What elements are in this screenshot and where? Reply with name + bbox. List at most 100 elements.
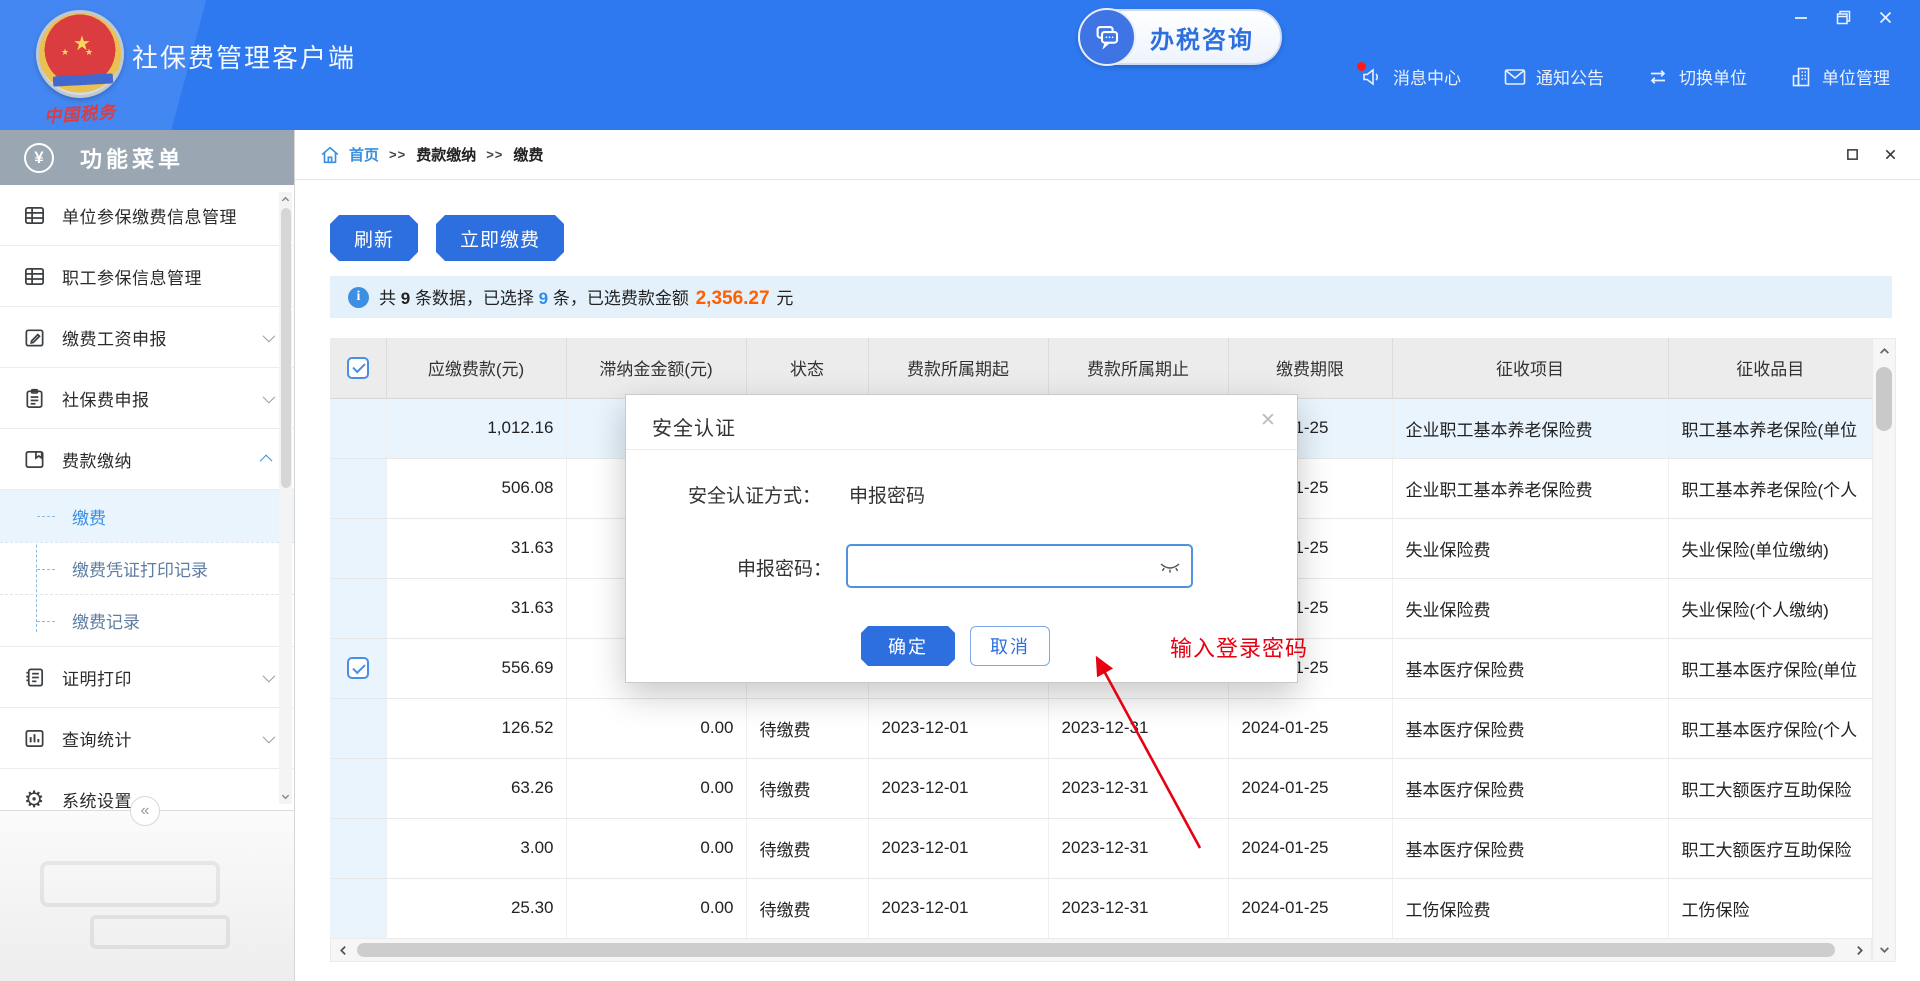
col-period-start[interactable]: 费款所属期起 bbox=[868, 338, 1048, 398]
col-item[interactable]: 征收品目 bbox=[1668, 338, 1872, 398]
cell-period-end: 2023-12-31 bbox=[1048, 818, 1228, 878]
sidebar-footer: « bbox=[0, 810, 294, 981]
table-row[interactable]: 126.52 0.00 待缴费 2023-12-01 2023-12-31 20… bbox=[330, 698, 1872, 758]
restore-icon[interactable] bbox=[1834, 8, 1852, 26]
cell-status: 待缴费 bbox=[746, 878, 868, 938]
table-row[interactable]: 25.30 0.00 待缴费 2023-12-01 2023-12-31 202… bbox=[330, 878, 1872, 938]
scrollbar-thumb[interactable] bbox=[1876, 367, 1892, 431]
password-field-box bbox=[846, 544, 1193, 588]
scrollbar-thumb[interactable] bbox=[281, 208, 291, 488]
cell-amount-due: 506.08 bbox=[386, 458, 566, 518]
yen-coin-icon: ¥ bbox=[24, 143, 54, 173]
cell-period-end: 2023-12-31 bbox=[1048, 878, 1228, 938]
sidebar-menu: 单位参保缴费信息管理 职工参保信息管理 缴费工资申报 bbox=[0, 185, 294, 865]
col-amount-due[interactable]: 应缴费款(元) bbox=[386, 338, 566, 398]
cell-item: 职工基本医疗保险(个人 bbox=[1668, 698, 1872, 758]
sidebar-item-query-statistics[interactable]: 查询统计 bbox=[0, 708, 294, 769]
nav-switch-unit[interactable]: 切换单位 bbox=[1646, 64, 1747, 89]
sidebar-item-unit-insured-info[interactable]: 单位参保缴费信息管理 bbox=[0, 185, 294, 246]
cell-item: 职工基本养老保险(个人 bbox=[1668, 458, 1872, 518]
info-icon: i bbox=[348, 287, 369, 308]
close-icon[interactable] bbox=[1882, 146, 1898, 162]
collapse-left-icon[interactable]: « bbox=[130, 796, 160, 826]
table-row[interactable]: 63.26 0.00 待缴费 2023-12-01 2023-12-31 202… bbox=[330, 758, 1872, 818]
breadcrumb: 首页 >> 费款缴纳 >> 缴费 bbox=[295, 130, 1920, 180]
cell-amount-due: 3.00 bbox=[386, 818, 566, 878]
select-all-cell bbox=[330, 338, 386, 398]
scroll-left-icon[interactable] bbox=[332, 939, 354, 961]
minimize-icon[interactable] bbox=[1792, 8, 1810, 26]
sidebar-item-wage-declaration[interactable]: 缴费工资申报 bbox=[0, 307, 294, 368]
home-icon bbox=[319, 144, 341, 166]
table-row[interactable]: 3.00 0.00 待缴费 2023-12-01 2023-12-31 2024… bbox=[330, 818, 1872, 878]
cell-deadline: 2024-01-25 bbox=[1228, 878, 1392, 938]
scrollbar-thumb[interactable] bbox=[357, 943, 1835, 957]
col-late-fee[interactable]: 滞纳金金额(元) bbox=[566, 338, 746, 398]
cell-project: 基本医疗保险费 bbox=[1392, 698, 1668, 758]
app-title: 社保费管理客户端 bbox=[132, 38, 356, 75]
cell-status: 待缴费 bbox=[746, 698, 868, 758]
cell-late-fee: 0.00 bbox=[566, 878, 746, 938]
col-period-end[interactable]: 费款所属期止 bbox=[1048, 338, 1228, 398]
sidebar-item-social-fee-declaration[interactable]: 社保费申报 bbox=[0, 368, 294, 429]
sidebar: ¥ 功能菜单 单位参保缴费信息管理 职工参保信息管理 bbox=[0, 130, 295, 981]
auth-method-value: 申报密码 bbox=[849, 486, 925, 507]
sidebar-subitem-payment-records[interactable]: 缴费记录 bbox=[0, 594, 294, 646]
emblem-icon: ★ ★ ★ bbox=[36, 10, 124, 98]
eye-closed-icon[interactable] bbox=[1159, 557, 1181, 579]
chevron-down-icon bbox=[263, 329, 276, 342]
scroll-down-icon[interactable] bbox=[280, 791, 291, 802]
cancel-button[interactable]: 取消 bbox=[970, 626, 1050, 666]
book-icon bbox=[22, 447, 46, 471]
cell-late-fee: 0.00 bbox=[566, 818, 746, 878]
close-icon[interactable] bbox=[1876, 8, 1894, 26]
window-controls bbox=[1792, 8, 1894, 26]
summary-bar: i 共 9 条数据，已选择 9 条，已选费款金额 2,356.27 元 bbox=[330, 276, 1892, 318]
cell-deadline: 2024-01-25 bbox=[1228, 758, 1392, 818]
cell-status: 待缴费 bbox=[746, 818, 868, 878]
cell-status: 待缴费 bbox=[746, 758, 868, 818]
select-all-checkbox[interactable] bbox=[347, 357, 369, 379]
nav-unit-management[interactable]: 单位管理 bbox=[1789, 64, 1890, 89]
certificate-icon bbox=[22, 665, 46, 689]
sidebar-scrollbar[interactable] bbox=[279, 192, 292, 804]
cell-project: 工伤保险费 bbox=[1392, 878, 1668, 938]
pay-now-button[interactable]: 立即缴费 bbox=[436, 215, 564, 261]
envelope-icon bbox=[1503, 65, 1527, 89]
nav-notices[interactable]: 通知公告 bbox=[1503, 64, 1604, 89]
breadcrumb-item: 缴费 bbox=[513, 144, 543, 165]
col-status[interactable]: 状态 bbox=[746, 338, 868, 398]
tax-consult-button[interactable]: 办税咨询 bbox=[1078, 9, 1282, 65]
scroll-up-icon[interactable] bbox=[280, 194, 291, 205]
password-input[interactable] bbox=[856, 548, 1146, 584]
total-count: 9 bbox=[401, 289, 410, 308]
cell-period-end: 2023-12-31 bbox=[1048, 758, 1228, 818]
scroll-right-icon[interactable] bbox=[1848, 939, 1870, 961]
cell-project: 企业职工基本养老保险费 bbox=[1392, 398, 1668, 458]
scroll-up-icon[interactable] bbox=[1873, 340, 1895, 362]
sidebar-header-label: 功能菜单 bbox=[80, 142, 184, 174]
confirm-button[interactable]: 确定 bbox=[861, 626, 955, 666]
scroll-down-icon[interactable] bbox=[1873, 938, 1895, 960]
refresh-button[interactable]: 刷新 bbox=[330, 215, 418, 261]
table-horizontal-scrollbar[interactable] bbox=[330, 938, 1872, 962]
cell-amount-due: 126.52 bbox=[386, 698, 566, 758]
sidebar-item-fee-payment[interactable]: 费款缴纳 bbox=[0, 429, 294, 490]
col-deadline[interactable]: 缴费期限 bbox=[1228, 338, 1392, 398]
cell-project: 基本医疗保险费 bbox=[1392, 638, 1668, 698]
sidebar-item-employee-insured-info[interactable]: 职工参保信息管理 bbox=[0, 246, 294, 307]
col-project[interactable]: 征收项目 bbox=[1392, 338, 1668, 398]
table-header-row: 应缴费款(元) 滞纳金金额(元) 状态 费款所属期起 费款所属期止 缴费期限 征… bbox=[330, 338, 1872, 398]
sidebar-item-certificate-print[interactable]: 证明打印 bbox=[0, 647, 294, 708]
national-emblem-logo: ★ ★ ★ 中国税务 bbox=[30, 8, 130, 126]
cell-period-end: 2023-12-31 bbox=[1048, 698, 1228, 758]
maximize-icon[interactable] bbox=[1844, 146, 1860, 162]
top-nav: 消息中心 通知公告 切换单位 bbox=[1360, 64, 1890, 89]
row-checkbox[interactable] bbox=[347, 657, 369, 679]
nav-message-center[interactable]: 消息中心 bbox=[1360, 64, 1461, 89]
close-icon[interactable]: ✕ bbox=[1257, 409, 1279, 431]
sidebar-subitem-payment-voucher-print-records[interactable]: 缴费凭证打印记录 bbox=[0, 542, 294, 594]
table-vertical-scrollbar[interactable] bbox=[1872, 338, 1896, 962]
breadcrumb-home[interactable]: 首页 bbox=[319, 144, 379, 166]
sidebar-subitem-pay[interactable]: 缴费 bbox=[0, 490, 294, 542]
